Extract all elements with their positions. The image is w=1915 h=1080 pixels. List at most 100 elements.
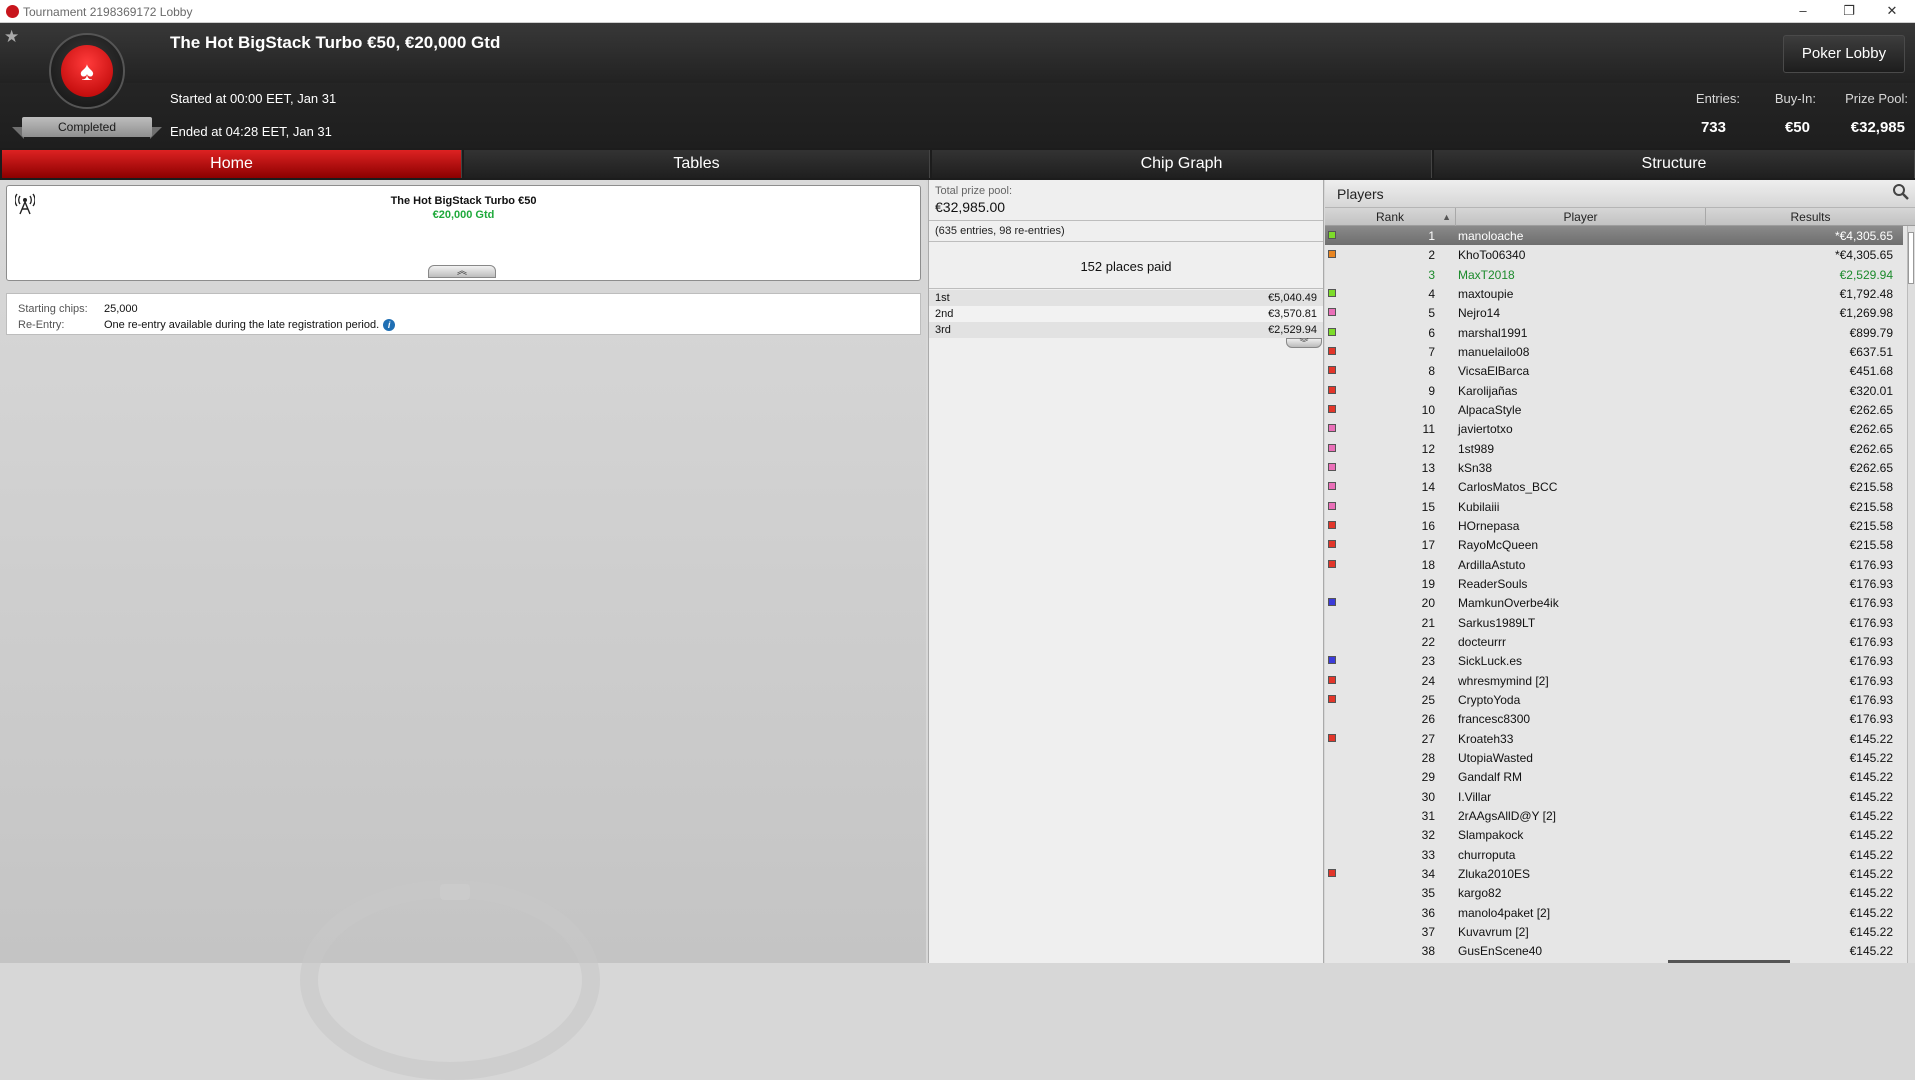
- player-row[interactable]: 27 Kroateh33 €145.22: [1325, 729, 1903, 748]
- close-button[interactable]: ✕: [1869, 0, 1915, 23]
- players-scrollbar[interactable]: [1907, 226, 1915, 963]
- player-rank: 11: [1422, 422, 1435, 437]
- player-row[interactable]: 15 Kubilaiii €215.58: [1325, 497, 1903, 516]
- player-row[interactable]: 1 manoloache *€4,305.65: [1325, 226, 1903, 245]
- player-row[interactable]: 14 CarlosMatos_BCC €215.58: [1325, 477, 1903, 496]
- player-row[interactable]: 19 ReaderSouls €176.93: [1325, 574, 1903, 593]
- player-row[interactable]: 13 kSn38 €262.65: [1325, 458, 1903, 477]
- player-row[interactable]: 7 manuelailo08 €637.51: [1325, 342, 1903, 361]
- player-row[interactable]: 37 Kuvavrum [2] €145.22: [1325, 922, 1903, 941]
- player-row[interactable]: 34 Zluka2010ES €145.22: [1325, 864, 1903, 883]
- total-prize-pool-label: Total prize pool:: [935, 185, 1013, 197]
- player-color-marker: [1328, 868, 1336, 877]
- prize-panel: Total prize pool: €32,985.00 (635 entrie…: [928, 180, 1324, 963]
- player-name: Kubilaiii: [1458, 499, 1500, 514]
- column-rank[interactable]: Rank ▲: [1325, 208, 1456, 226]
- player-row[interactable]: 29 Gandalf RM €145.22: [1325, 767, 1903, 786]
- player-row[interactable]: 11 javiertotxo €262.65: [1325, 419, 1903, 438]
- starting-chips-value: 25,000: [104, 303, 138, 315]
- player-row[interactable]: 38 GusEnScene40 €145.22: [1325, 941, 1903, 960]
- player-rank: 2: [1428, 248, 1435, 263]
- player-row[interactable]: 30 I.Villar €145.22: [1325, 787, 1903, 806]
- restore-button[interactable]: ❐: [1826, 0, 1872, 23]
- favorite-star-icon[interactable]: ★: [4, 27, 19, 47]
- search-icon[interactable]: [1890, 183, 1912, 205]
- collapse-info-button[interactable]: ︽: [428, 265, 496, 278]
- players-header: Players: [1325, 180, 1915, 208]
- player-result: €899.79: [1849, 325, 1893, 340]
- player-color-marker: [1328, 327, 1336, 336]
- player-result: €320.01: [1849, 383, 1893, 398]
- player-row[interactable]: 24 whresmymind [2] €176.93: [1325, 671, 1903, 690]
- player-color-marker: [1328, 288, 1336, 297]
- tab-tables[interactable]: Tables: [464, 150, 930, 178]
- player-rank: 37: [1421, 924, 1435, 939]
- sort-ascending-icon: ▲: [1442, 212, 1451, 222]
- player-result: €145.22: [1849, 789, 1893, 804]
- player-row[interactable]: 18 ArdillaAstuto €176.93: [1325, 555, 1903, 574]
- player-row[interactable]: 21 Sarkus1989LT €176.93: [1325, 613, 1903, 632]
- player-row[interactable]: 6 marshal1991 €899.79: [1325, 323, 1903, 342]
- player-row[interactable]: 4 maxtoupie €1,792.48: [1325, 284, 1903, 303]
- player-row[interactable]: 16 HOrnepasa €215.58: [1325, 516, 1903, 535]
- player-row[interactable]: 35 kargo82 €145.22: [1325, 883, 1903, 902]
- player-row[interactable]: 22 docteurrr €176.93: [1325, 632, 1903, 651]
- player-row[interactable]: 10 AlpacaStyle €262.65: [1325, 400, 1903, 419]
- expand-payouts-button[interactable]: ︾: [1286, 338, 1322, 348]
- player-row[interactable]: 36 manolo4paket [2] €145.22: [1325, 903, 1903, 922]
- payout-place: 2nd: [935, 308, 954, 320]
- player-row[interactable]: 25 CryptoYoda €176.93: [1325, 690, 1903, 709]
- player-row[interactable]: 5 Nejro14 €1,269.98: [1325, 303, 1903, 322]
- entries-value: 733: [1700, 119, 1726, 136]
- player-name: Zluka2010ES: [1458, 866, 1531, 881]
- player-result: €2,529.94: [1839, 267, 1893, 282]
- player-row[interactable]: 32 Slampakock €145.22: [1325, 825, 1903, 844]
- player-result: €145.22: [1849, 750, 1893, 765]
- player-result: €215.58: [1849, 538, 1893, 553]
- tab-chip-graph[interactable]: Chip Graph: [932, 150, 1432, 178]
- player-row[interactable]: 33 churroputa €145.22: [1325, 845, 1903, 864]
- player-row[interactable]: 8 VicsaElBarca €451.68: [1325, 361, 1903, 380]
- entries-note: (635 entries, 98 re-entries): [935, 225, 1065, 237]
- buyin-value: €50: [1784, 119, 1810, 136]
- players-list: 1 manoloache *€4,305.65 2 KhoTo06340 *€4,305.…: [1325, 226, 1903, 963]
- window-titlebar: Tournament 2198369172 Lobby – ❐ ✕: [0, 0, 1915, 23]
- player-color-marker: [1328, 443, 1336, 452]
- players-column-headers: Rank ▲ Player Results: [1325, 208, 1915, 226]
- player-rank: 7: [1428, 344, 1435, 359]
- poker-lobby-button[interactable]: Poker Lobby: [1783, 35, 1905, 73]
- player-result: €176.93: [1849, 615, 1893, 630]
- player-row[interactable]: 2 KhoTo06340 *€4,305.65: [1325, 245, 1903, 264]
- player-color-marker: [1328, 250, 1336, 259]
- player-result: €145.22: [1849, 886, 1893, 901]
- player-color-marker: [1328, 424, 1336, 433]
- column-player[interactable]: Player: [1456, 208, 1706, 226]
- minimize-button[interactable]: –: [1780, 0, 1826, 23]
- player-row[interactable]: 12 1st989 €262.65: [1325, 439, 1903, 458]
- page-title: The Hot BigStack Turbo €50, €20,000 Gtd: [170, 33, 501, 52]
- player-row[interactable]: 17 RayoMcQueen €215.58: [1325, 535, 1903, 554]
- player-result: €145.22: [1849, 944, 1893, 959]
- status-badge: Completed: [22, 117, 152, 137]
- player-row[interactable]: 9 Karolijañas €320.01: [1325, 381, 1903, 400]
- info-guarantee: €20,000 Gtd: [432, 209, 495, 221]
- player-row[interactable]: 3 MaxT2018 €2,529.94: [1325, 265, 1903, 284]
- column-results[interactable]: Results: [1706, 208, 1915, 226]
- player-row[interactable]: 20 MamkunOverbe4ik €176.93: [1325, 593, 1903, 612]
- tab-structure[interactable]: Structure: [1434, 150, 1915, 178]
- info-icon[interactable]: i: [383, 319, 396, 331]
- player-rank: 19: [1421, 576, 1435, 591]
- tab-home[interactable]: Home: [2, 150, 462, 178]
- player-row[interactable]: 23 SickLuck.es €176.93: [1325, 651, 1903, 670]
- player-row[interactable]: 26 francesc8300 €176.93: [1325, 709, 1903, 728]
- player-rank: 29: [1421, 770, 1435, 785]
- player-name: kargo82: [1458, 886, 1502, 901]
- tournament-header: ★ ♠ Completed The Hot BigStack Turbo €50…: [0, 23, 1915, 148]
- pokerstars-app-icon: [6, 5, 19, 18]
- divider: [929, 220, 1323, 221]
- players-scrollbar-thumb[interactable]: [1908, 232, 1914, 284]
- player-row[interactable]: 28 UtopiaWasted €145.22: [1325, 748, 1903, 767]
- player-name: churroputa: [1458, 847, 1516, 862]
- player-rank: 22: [1421, 634, 1435, 649]
- player-row[interactable]: 31 2rAAgsAllD@Y [2] €145.22: [1325, 806, 1903, 825]
